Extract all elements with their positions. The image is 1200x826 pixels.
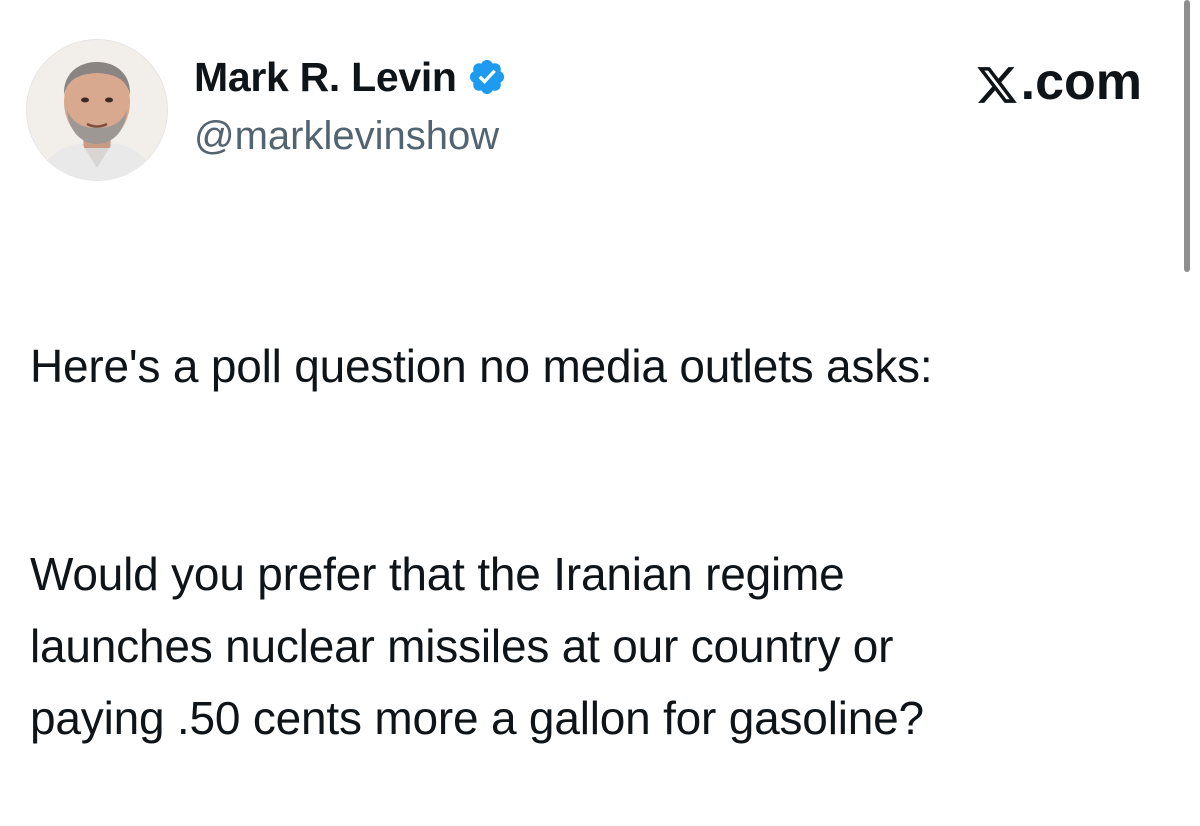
author-name-row: Mark R. Levin [194,52,507,102]
author-handle[interactable]: @marklevinshow [194,114,499,159]
verified-badge-icon [467,57,507,97]
tweet-paragraph-2: Would you prefer that the Iranian regime… [30,548,924,744]
tweet-text: Here's a poll question no media outlets … [30,258,1160,826]
tweet-card: Mark R. Levin @marklevinshow .com Here's… [0,0,1200,744]
x-logo-icon [975,60,1019,104]
profile-photo-icon [27,40,167,180]
scrollbar[interactable] [1184,0,1190,272]
brand-domain-label: .com [1020,53,1142,111]
avatar[interactable] [27,40,167,180]
x-brand-logo: .com [975,52,1142,112]
tweet-paragraph-1: Here's a poll question no media outlets … [30,340,933,392]
author-display-name[interactable]: Mark R. Levin [194,54,457,101]
